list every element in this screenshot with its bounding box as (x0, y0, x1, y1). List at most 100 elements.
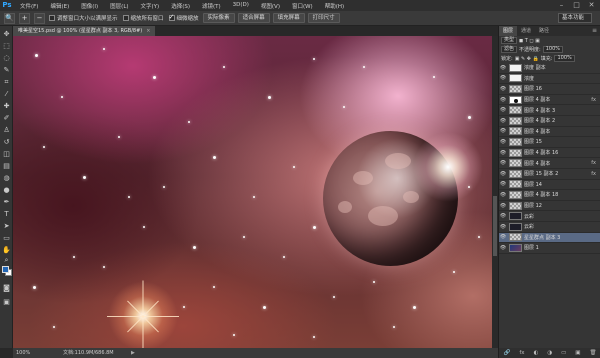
layer-row[interactable]: 👁 图层 4 副本 2 (499, 116, 600, 127)
menu-item[interactable]: 帮助(H) (319, 2, 350, 10)
visibility-eye-icon[interactable]: 👁 (499, 128, 507, 134)
visibility-eye-icon[interactable]: 👁 (499, 97, 507, 103)
brush-tool-icon[interactable]: ✐ (2, 114, 11, 123)
layer-row[interactable]: 👁 图层 15 副本 2 fx (499, 169, 600, 180)
layer-row[interactable]: 👁 图层 4 副本 3 (499, 105, 600, 116)
blend-mode-select[interactable]: 滤色 (501, 46, 518, 53)
fill-input[interactable]: 100% (554, 55, 575, 62)
panel-action-icon[interactable]: ◑ (547, 350, 552, 356)
clone-stamp-tool-icon[interactable]: ♙ (2, 126, 11, 135)
visibility-eye-icon[interactable]: 👁 (499, 139, 507, 145)
shape-tool-icon[interactable]: ▭ (2, 234, 11, 243)
visibility-eye-icon[interactable]: 👁 (499, 213, 507, 219)
healing-brush-tool-icon[interactable]: ✚ (2, 102, 11, 111)
tab-layers[interactable]: 图层 (499, 26, 518, 36)
zoom-in-icon[interactable]: + (19, 12, 30, 24)
close-tab-icon[interactable]: × (146, 28, 150, 34)
visibility-eye-icon[interactable]: 👁 (499, 171, 507, 177)
visibility-eye-icon[interactable]: 👁 (499, 224, 507, 230)
document-canvas[interactable] (13, 36, 492, 348)
option-button[interactable]: 打印尺寸 (307, 13, 340, 23)
opacity-input[interactable]: 100% (542, 46, 563, 53)
layer-row[interactable]: 👁 图层 14 (499, 180, 600, 191)
status-menu-icon[interactable]: ▶ (131, 348, 135, 358)
panel-action-icon[interactable]: ▭ (561, 350, 566, 356)
eyedropper-tool-icon[interactable]: ⁄ (2, 90, 11, 99)
checkbox-box[interactable] (122, 15, 129, 21)
panel-action-icon[interactable]: 🗑 (589, 350, 596, 356)
document-tab[interactable]: 唯美星空15.psd @ 100% (星星群点 副本 3, RGB/8#) × (13, 26, 156, 36)
crop-tool-icon[interactable]: ⌗ (2, 78, 11, 87)
visibility-eye-icon[interactable]: 👁 (499, 150, 507, 156)
zoom-out-icon[interactable]: − (34, 12, 45, 24)
layer-row[interactable]: 👁 图层 4 副本 (499, 127, 600, 138)
visibility-eye-icon[interactable]: 👁 (499, 234, 507, 240)
tab-channels[interactable]: 通道 (517, 26, 535, 36)
visibility-eye-icon[interactable]: 👁 (499, 65, 507, 71)
layer-row[interactable]: 👁 图层 4 副本 16 (499, 148, 600, 159)
visibility-eye-icon[interactable]: 👁 (499, 107, 507, 113)
panel-action-icon[interactable]: 🔗 (503, 350, 510, 356)
foreground-color-swatch[interactable] (2, 266, 9, 273)
tab-paths[interactable]: 路径 (535, 26, 553, 36)
option-button[interactable]: 适合屏幕 (237, 13, 270, 23)
layer-row[interactable]: 👁 云彩 (499, 222, 600, 233)
zoom-tool-icon[interactable]: ⌕ (2, 256, 11, 265)
layer-effects-icon[interactable]: fx (591, 171, 596, 177)
visibility-eye-icon[interactable]: 👁 (499, 75, 507, 81)
menu-item[interactable]: 滤镜(T) (196, 2, 227, 10)
option-checkbox[interactable]: 缩放所有窗口 (122, 14, 164, 22)
blur-tool-icon[interactable]: ◍ (2, 174, 11, 183)
panel-action-icon[interactable]: ◐ (534, 350, 539, 356)
menu-item[interactable]: 文字(Y) (135, 2, 166, 10)
lock-icons[interactable]: ▣ ✎ ✥ 🔒 (515, 56, 539, 62)
visibility-eye-icon[interactable]: 👁 (499, 245, 507, 251)
option-checkbox[interactable]: 调整窗口大小以满屏显示 (49, 14, 118, 22)
layer-row[interactable]: 👁 图层 4 副本 18 (499, 190, 600, 201)
visibility-eye-icon[interactable]: 👁 (499, 86, 507, 92)
layer-row[interactable]: 👁 浓度 副本 (499, 63, 600, 74)
layer-effects-icon[interactable]: fx (591, 97, 596, 103)
layer-row[interactable]: 👁 图层 15 (499, 137, 600, 148)
visibility-eye-icon[interactable]: 👁 (499, 181, 507, 187)
visibility-eye-icon[interactable]: 👁 (499, 192, 507, 198)
layer-row[interactable]: 👁 云彩 (499, 211, 600, 222)
menu-item[interactable]: 文件(F) (14, 2, 44, 10)
type-tool-icon[interactable]: T (2, 210, 11, 219)
lasso-tool-icon[interactable]: ◌ (2, 54, 11, 63)
menu-item[interactable]: 图像(I) (75, 2, 104, 10)
layer-kind-filter[interactable]: 类型 (501, 37, 518, 44)
visibility-eye-icon[interactable]: 👁 (499, 118, 507, 124)
zoom-tool-icon[interactable]: 🔍 (4, 12, 15, 24)
menu-item[interactable]: 选择(S) (165, 2, 196, 10)
close-button[interactable]: ✕ (587, 1, 596, 9)
layer-row[interactable]: 👁 浓度 (499, 74, 600, 85)
panel-menu-icon[interactable]: ≡ (592, 26, 597, 36)
move-tool-icon[interactable]: ✥ (2, 30, 11, 39)
filter-icons[interactable]: ◼ T ◻ ▣ (519, 38, 540, 44)
panel-action-icon[interactable]: fx (519, 350, 524, 356)
path-select-tool-icon[interactable]: ➤ (2, 222, 11, 231)
hand-tool-icon[interactable]: ✋ (2, 246, 11, 255)
option-checkbox[interactable]: 细微缩放 (168, 13, 199, 22)
menu-item[interactable]: 编辑(E) (44, 2, 75, 10)
layer-effects-icon[interactable]: fx (591, 160, 596, 166)
gradient-tool-icon[interactable]: ▤ (2, 162, 11, 171)
checkbox-box[interactable] (168, 13, 175, 21)
layer-row[interactable]: 👁 图层 4 副本 fx (499, 158, 600, 169)
history-brush-tool-icon[interactable]: ↺ (2, 138, 11, 147)
option-button[interactable]: 实际像素 (202, 13, 235, 23)
quick-select-tool-icon[interactable]: ✎ (2, 66, 11, 75)
layer-row[interactable]: 👁 图层 1 (499, 243, 600, 254)
eraser-tool-icon[interactable]: ◫ (2, 150, 11, 159)
layer-row[interactable]: 👁 星星群点 副本 3 (499, 232, 600, 244)
minimize-button[interactable]: – (557, 1, 566, 9)
maximize-button[interactable]: □ (572, 1, 581, 9)
marquee-tool-icon[interactable]: ⬚ (2, 42, 11, 51)
layer-row[interactable]: 👁 图层 12 (499, 201, 600, 212)
layer-row[interactable]: 👁 图层 4 副本 fx (499, 95, 600, 106)
pen-tool-icon[interactable]: ✒ (2, 198, 11, 207)
scrollbar-thumb[interactable] (493, 196, 497, 256)
panel-action-icon[interactable]: ▣ (575, 350, 580, 356)
menu-item[interactable]: 3D(D) (227, 2, 255, 10)
